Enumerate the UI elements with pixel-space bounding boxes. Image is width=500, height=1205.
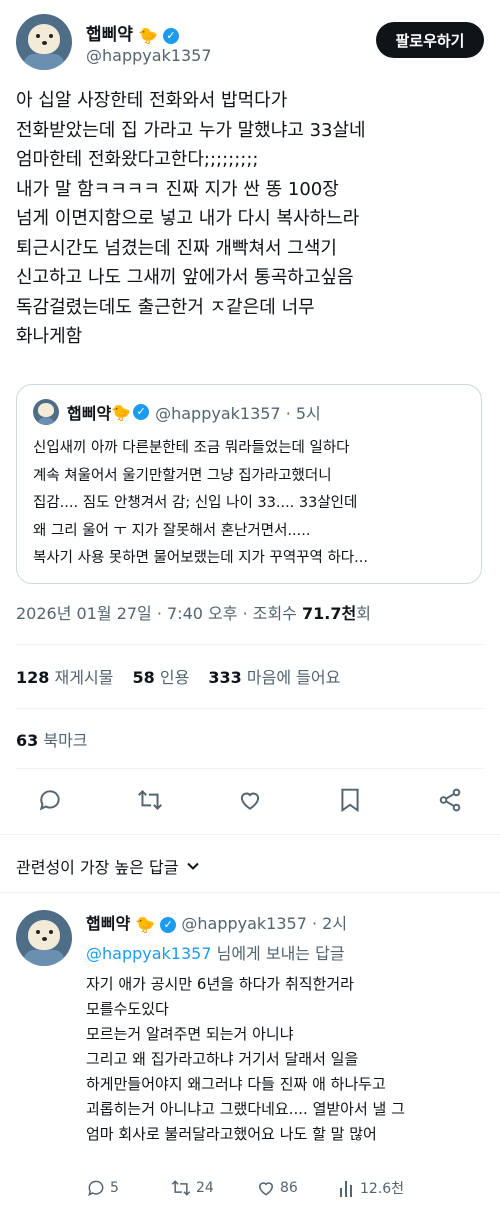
divider [16,708,484,709]
reply-body: 자기 애가 공시만 6년을 하다가 취직한거라 모를수도있다 모르는거 알려주면… [86,972,486,1147]
tweet-line: 퇴근시간도 넘겼는데 진짜 개빡쳐서 그색기 [16,237,337,259]
divider [0,834,500,835]
reply-line: 모르는거 알려주면 되는거 아니냐 [86,1025,294,1043]
likes-label: 마음에 들어요 [246,668,341,687]
author-handle[interactable]: @happyak1357 [86,46,212,65]
tweet-line: 전화받았는데 집 가라고 누가 말했냐고 33살네 [16,119,366,141]
views-chart-icon [338,1178,356,1198]
reply-reply-button[interactable]: 5 [86,1178,119,1198]
author-avatar[interactable] [16,14,72,70]
share-icon[interactable] [437,787,463,813]
reply-action-bar: 5 24 86 12.6천 [86,1178,486,1200]
duck-emoji-icon: 🐤 [138,26,158,45]
chevron-down-icon [186,859,200,873]
reply-line: 모를수도있다 [86,1000,169,1018]
verified-badge-icon: ✓ [163,27,180,44]
reply-handle-time: @happyak1357 · 2시 [181,914,348,933]
likes-count: 333 [208,668,242,687]
tweet-body: 아 십알 사장한테 전화와서 밥먹다가 전화받았는데 집 가라고 누가 말했냐고… [16,86,486,352]
replies-sort-label: 관련성이 가장 높은 답글 [16,858,179,877]
quote-line: 신입새끼 아까 다른분한테 조금 뭐라들었는데 일하다 [33,440,350,456]
replies-sort-dropdown[interactable]: 관련성이 가장 높은 답글 [16,854,200,878]
quote-line: 계속 쳐울어서 울기만할거면 그냥 집가라고했더니 [33,467,332,484]
tweet-line: 신고하고 나도 그새끼 앞에가서 통곡하고싶음 [16,267,354,288]
view-count: 12.6천 [360,1181,405,1197]
reply-views[interactable]: 12.6천 [338,1178,404,1198]
tweet-line: 아 십알 사장한테 전화와서 밥먹다가 [16,90,288,111]
stats-row: 128 재게시물 58 인용 333 마음에 들어요 [16,664,340,688]
quote-author-name: 햅삐약 [67,404,112,423]
retweet-count: 24 [196,1180,214,1196]
reply-line: 괴롭히는거 아니냐고 그랬다네요.... 열받아서 낼 그 [86,1100,405,1118]
bookmarks-count: 63 [16,731,39,750]
tweet-meta: 2026년 01월 27일 · 7:40 오후 · 조회수 71.7천회 [16,600,371,624]
quotes-count: 58 [132,668,155,687]
reply-line: 하게만들어야지 왜그러냐 다들 진짜 애 하나두고 [86,1075,386,1093]
divider [16,644,484,645]
replying-to-handle[interactable]: @happyak1357 [86,944,212,963]
like-icon[interactable] [237,787,263,813]
verified-badge-icon: ✓ [133,404,150,420]
likes-stat[interactable]: 333 마음에 들어요 [208,668,340,687]
quote-line: 복사기 사용 못하면 물어보랬는데 지가 꾸역꾸역 하다... [33,550,368,566]
tweet-header: 햅삐약 🐤 ✓ @happyak1357 팔로우하기 [16,12,484,72]
tweet-line: 넘게 이면지함으로 넣고 내가 다시 복사하느라 [16,208,360,229]
follow-button[interactable]: 팔로우하기 [376,22,484,58]
like-icon [256,1178,276,1198]
follow-button-label: 팔로우하기 [395,31,465,50]
reply-icon [86,1178,106,1198]
views-count: 71.7천 [302,604,357,623]
duck-emoji-icon: 🐤 [111,402,132,422]
tweet-line: 독감걸렸는데도 출근한거 ㅈ같은데 너무 [16,296,315,318]
quote-line: 집감.... 짐도 안챙겨서 감; 신입 나이 33.... 33살인데 [33,495,358,511]
views-suffix: 회 [356,604,371,623]
reply-count: 5 [110,1180,119,1196]
tweet-line: 엄마한테 전화왔다고한다;;;;;;;;; [16,149,259,170]
quote-avatar [33,399,59,425]
bookmarks-label: 북마크 [43,731,88,750]
reply-tweet[interactable]: 햅삐약 🐤 ✓ @happyak1357 · 2시 @happyak1357 님… [0,896,500,1205]
retweets-label: 재게시물 [54,668,114,687]
tweet-line: 화나게함 [16,326,83,347]
quote-handle-time: @happyak1357 · 5시 [155,404,321,423]
reply-line: 자기 애가 공시만 6년을 하다가 취직한거라 [86,975,354,993]
quote-line: 왜 그리 울어 ㅜ 지가 잘못해서 혼난거면서..... [33,522,311,539]
duck-emoji-icon: 🐤 [135,915,156,934]
reply-author-name[interactable]: 햅삐약 [86,914,130,933]
reply-avatar[interactable] [16,910,72,966]
reply-like-button[interactable]: 86 [256,1178,298,1198]
author-name[interactable]: 햅삐약 [86,25,133,45]
retweets-count: 128 [16,668,50,687]
bookmarks-stat[interactable]: 63 북마크 [16,727,88,751]
like-count: 86 [280,1180,298,1196]
divider [16,768,484,769]
divider [0,892,500,893]
quote-body: 신입새끼 아까 다른분한테 조금 뭐라들었는데 일하다 계속 쳐울어서 울기만할… [33,435,473,573]
reply-line: 그리고 왜 집가라고하냐 거기서 달래서 일을 [86,1050,359,1068]
replying-to-suffix: 님에게 보내는 답글 [211,944,345,963]
retweets-stat[interactable]: 128 재게시물 [16,668,118,687]
tweet-line: 내가 말 함ㅋㅋㅋㅋ 진짜 지가 싼 똥 100장 [16,178,339,200]
reply-icon[interactable] [37,787,63,813]
retweet-icon[interactable] [136,787,164,813]
quotes-stat[interactable]: 58 인용 [132,668,194,687]
reply-line: 엄마 회사로 불러달라고했어요 나도 할 말 많어 [86,1125,377,1143]
verified-badge-icon: ✓ [160,916,177,933]
quotes-label: 인용 [159,668,190,687]
bookmark-icon[interactable] [338,787,362,813]
quoted-tweet-card[interactable]: 햅삐약 🐤 ✓ @happyak1357 · 5시 신입새끼 아까 다른분한테 … [16,384,482,584]
reply-retweet-button[interactable]: 24 [170,1178,214,1198]
timestamp[interactable]: 2026년 01월 27일 · 7:40 오후 · 조회수 [16,604,302,623]
retweet-icon [170,1178,192,1198]
action-bar [0,782,500,818]
